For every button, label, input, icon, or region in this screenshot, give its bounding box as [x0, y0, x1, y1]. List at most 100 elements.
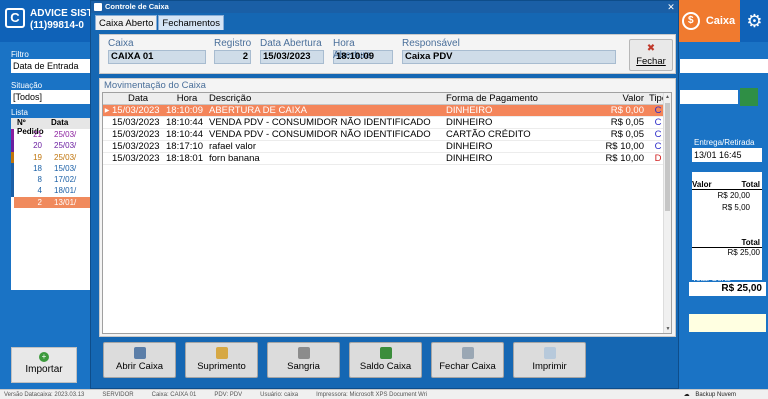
- order-row[interactable]: 4 18/01/: [11, 185, 92, 197]
- cell-hora: 18:18:01: [166, 153, 203, 164]
- filtro-select[interactable]: Data de Entrada: [11, 59, 91, 73]
- movimentacao-grid[interactable]: Data Hora Descrição Forma de Pagamento V…: [102, 92, 672, 334]
- valor-header: Valor: [692, 180, 712, 189]
- controle-caixa-dialog: Controle de Caixa ✕ Caixa Aberto Fechame…: [90, 0, 679, 389]
- total-header: Total: [741, 180, 760, 189]
- responsavel-value: Caixa PDV: [402, 50, 616, 64]
- caixa-label: Caixa: [108, 38, 134, 49]
- order-num: 20: [33, 141, 42, 151]
- caixa-nav-button[interactable]: $ Caixa: [677, 0, 740, 42]
- cash-register-icon: [133, 347, 146, 359]
- hora-abertura-field: Hora Abertura 18:10:09: [333, 38, 393, 64]
- grid-header: Data Hora Descrição Forma de Pagamento V…: [103, 93, 671, 105]
- grid-row[interactable]: 15/03/2023 18:10:44 VENDA PDV - CONSUMIDOR…: [103, 129, 671, 141]
- status-bar: Versão Datacaixa: 2023.03.13 SERVIDOR Ca…: [0, 389, 768, 399]
- cell-valor: R$ 0,00: [610, 105, 644, 116]
- entrega-label: Entrega/Retirada: [694, 138, 755, 147]
- cell-descricao: rafael valor: [209, 141, 256, 152]
- order-date: 17/02/: [54, 175, 77, 185]
- grid-row[interactable]: 15/03/2023 18:18:01 forn banana DINHEIRO R$ …: [103, 153, 671, 165]
- col-data-header[interactable]: Data: [112, 93, 164, 105]
- col-hora-header[interactable]: Hora: [165, 93, 209, 105]
- plus-icon: +: [39, 352, 49, 362]
- orders-table: Nº Pedido Data 21 25/03/20 25/03/19 25/03/1…: [11, 118, 92, 290]
- tab-caixa-aberto[interactable]: Caixa Aberto: [95, 15, 158, 30]
- caixa-field: Caixa CAIXA 01: [108, 38, 206, 64]
- scroll-down-icon[interactable]: ▼: [664, 325, 671, 333]
- cell-descricao: VENDA PDV - CONSUMIDOR NÃO IDENTIFICADO: [209, 117, 431, 128]
- saldo-caixa-button[interactable]: Saldo Caixa: [349, 342, 422, 378]
- order-row[interactable]: 2 13/01/: [11, 196, 92, 209]
- grid-row[interactable]: 15/03/2023 18:17:10 rafael valor DINHEIRO R$…: [103, 141, 671, 153]
- col-pedido: Nº Pedido: [17, 118, 44, 136]
- order-row[interactable]: 21 25/03/: [11, 129, 92, 141]
- tab-fechamentos[interactable]: Fechamentos: [158, 15, 224, 30]
- col-valor-header[interactable]: Valor: [579, 93, 646, 105]
- data-abertura-label: Data Abertura: [260, 38, 322, 49]
- valor-row-1: R$ 20,00: [717, 191, 750, 200]
- order-date: 25/03/: [54, 152, 77, 162]
- data-abertura-field: Data Abertura 15/03/2023: [260, 38, 324, 64]
- valor-row-2: R$ 5,00: [721, 203, 750, 212]
- col-descricao-header[interactable]: Descrição: [209, 93, 445, 105]
- cell-hora: 18:10:44: [166, 129, 203, 140]
- order-num: 19: [33, 152, 42, 162]
- orders-sidebar: Filtro Data de Entrada Situação [Todos] …: [0, 42, 92, 389]
- grid-row[interactable]: ▶ 15/03/2023 18:10:09 ABERTURA DE CAIXA DINH…: [103, 105, 671, 117]
- grid-scrollbar[interactable]: ▲ ▼: [663, 93, 671, 333]
- col-forma-header[interactable]: Forma de Pagamento: [446, 93, 578, 105]
- registro-label: Registro: [214, 38, 252, 49]
- entrega-input[interactable]: 13/01 16:45: [692, 148, 762, 162]
- order-row[interactable]: 18 15/03/: [11, 162, 92, 175]
- action-label: Abrir Caixa: [116, 361, 163, 372]
- total-value: R$ 25,00: [727, 248, 760, 257]
- scroll-up-icon[interactable]: ▲: [664, 93, 671, 101]
- action-bar: Abrir Caixa Suprimento Sangria Saldo Caixa F…: [103, 342, 586, 378]
- order-row[interactable]: 8 17/02/: [11, 174, 92, 186]
- sangria-button[interactable]: Sangria: [267, 342, 340, 378]
- responsavel-label: Responsável: [402, 38, 460, 49]
- print-icon: [543, 347, 556, 359]
- situacao-select[interactable]: [Todos]: [11, 90, 91, 104]
- backup-status[interactable]: ☁ Backup Nuvem: [684, 391, 750, 398]
- status-impressora: Impressora: Microsoft XPS Document Wri: [316, 391, 428, 398]
- backup-label: Backup Nuvem: [695, 392, 736, 398]
- action-label: Fechar Caixa: [439, 361, 496, 372]
- imprimir-button[interactable]: Imprimir: [513, 342, 586, 378]
- coins-icon: [215, 347, 228, 359]
- row-indicator-icon: ▶: [104, 108, 110, 114]
- items-box: Valor Total R$ 20,00 R$ 5,00 Total R$ 25…: [692, 172, 762, 280]
- fechar-label: Fechar: [636, 56, 666, 67]
- cell-forma: CARTÃO CRÉDITO: [446, 129, 531, 140]
- notes-field[interactable]: [689, 314, 766, 332]
- cell-forma: DINHEIRO: [446, 141, 493, 152]
- registro-value: 2: [214, 50, 251, 64]
- cell-data: 15/03/2023: [112, 117, 160, 128]
- close-icon[interactable]: ✕: [666, 2, 676, 12]
- caixa-nav-label: Caixa: [705, 15, 736, 27]
- status-versao: Versão Datacaixa: 2023.03.13: [4, 391, 85, 398]
- order-row[interactable]: 20 25/03/: [11, 140, 92, 152]
- fechar-caixa-button[interactable]: Fechar Caixa: [431, 342, 504, 378]
- suprimento-button[interactable]: Suprimento: [185, 342, 258, 378]
- cell-valor: R$ 10,00: [605, 141, 644, 152]
- right-input-1[interactable]: [680, 59, 768, 73]
- order-row[interactable]: 19 25/03/: [11, 151, 92, 163]
- gear-icon[interactable]: ⚙: [741, 6, 768, 36]
- status-pdv: PDV: PDV: [214, 391, 243, 398]
- order-num: 4: [37, 186, 42, 196]
- data-abertura-value: 15/03/2023: [260, 50, 324, 64]
- tab-panel: Caixa CAIXA 01 Registro 2 Data Abertura …: [95, 30, 676, 386]
- fechar-button[interactable]: ✖ Fechar: [629, 39, 673, 71]
- order-date: 18/01/: [54, 186, 77, 196]
- action-label: Imprimir: [532, 361, 567, 372]
- scroll-thumb[interactable]: [665, 103, 670, 211]
- importar-button[interactable]: + Importar: [11, 347, 77, 383]
- cell-hora: 18:10:09: [166, 105, 203, 116]
- right-input-2[interactable]: [680, 90, 738, 104]
- order-date: 13/01/: [54, 197, 77, 207]
- total-label: Total: [692, 238, 762, 248]
- grid-row[interactable]: 15/03/2023 18:10:44 VENDA PDV - CONSUMIDOR…: [103, 117, 671, 129]
- map-icon[interactable]: [740, 88, 758, 106]
- abrir-caixa-button[interactable]: Abrir Caixa: [103, 342, 176, 378]
